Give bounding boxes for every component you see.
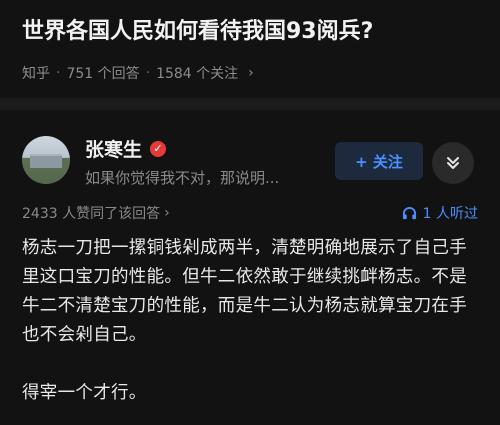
listen-info[interactable]: 1 人听过 [402,203,478,223]
section-divider [0,98,500,110]
upvote-info[interactable]: 2433 人赞同了该回答 › [22,203,170,223]
avatar[interactable] [22,136,70,184]
verify-badge-icon: ✓ [150,140,167,157]
separator-dot: · [145,65,151,81]
author-header[interactable]: 张寒生 ✓ [85,135,167,162]
headphones-icon [402,206,416,219]
listen-text: 1 人听过 [422,206,478,222]
answer-paragraph: 得宰一个才行。 [22,383,147,403]
source-label: 知乎 [22,66,50,82]
chevron-right-icon: › [248,65,254,81]
followers-count: 1584 个关注 [156,66,239,82]
chevron-right-icon: › [164,205,170,221]
question-title[interactable]: 世界各国人民如何看待我国93阅兵? [22,16,482,48]
separator-dot: · [56,65,61,81]
author-bio: 如果你觉得我不对，那说明... [85,169,280,187]
avatar-building-shape [30,154,62,168]
expand-button[interactable] [432,142,474,184]
upvote-text: 2433 人赞同了该回答 [22,206,161,222]
author-name: 张寒生 [85,139,143,161]
answer-body[interactable]: 杨志一刀把一摞铜钱剁成两半，清楚明确地展示了自己手里这口宝刀的性能。但牛二依然敢… [22,234,480,408]
answer-paragraph: 杨志一刀把一摞铜钱剁成两半，清楚明确地展示了自己手里这口宝刀的性能。但牛二依然敢… [22,238,467,345]
question-meta[interactable]: 知乎 · 751 个回答 · 1584 个关注 › [22,63,254,83]
follow-button[interactable]: + 关注 [335,142,423,180]
chevron-down-double-icon [447,157,459,169]
answers-count: 751 个回答 [66,66,140,82]
